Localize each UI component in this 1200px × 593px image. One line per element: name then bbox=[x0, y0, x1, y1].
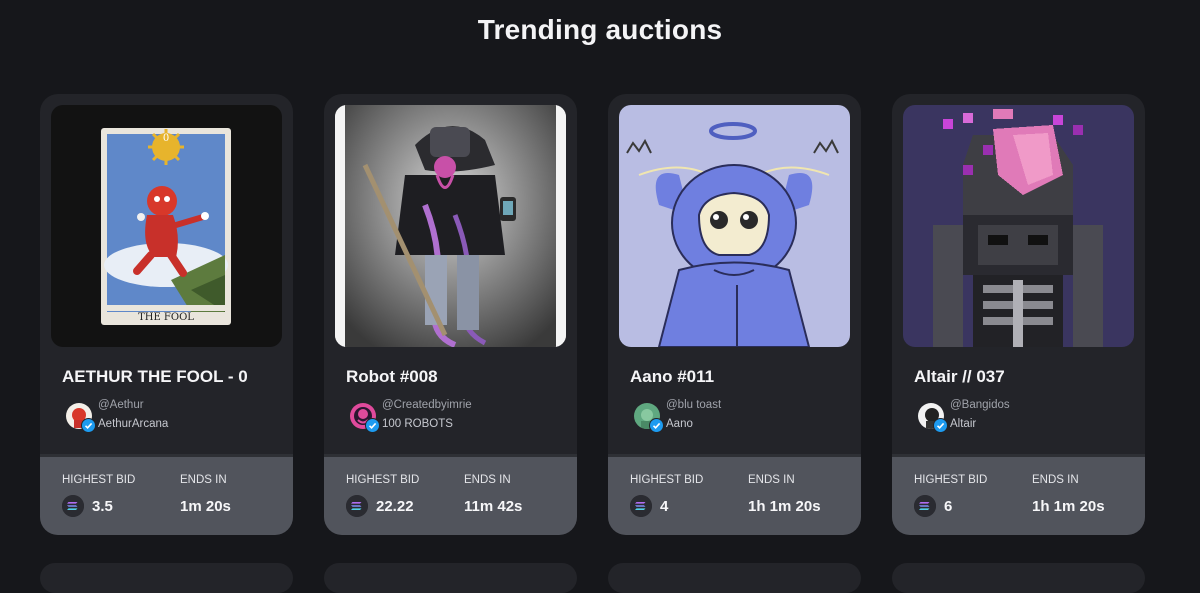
auction-card-list: 0 THE FOOL AETHUR THE FOOL - 0 @Aethur A… bbox=[40, 94, 1146, 535]
highest-bid-value: 3.5 bbox=[92, 498, 113, 515]
highest-bid-value: 22.22 bbox=[376, 498, 414, 515]
nft-image-robot-008[interactable] bbox=[335, 105, 566, 347]
solana-token-icon bbox=[62, 495, 84, 517]
card-footer: HIGHEST BID ENDS IN 4 1h 1m 20s bbox=[608, 454, 861, 535]
highest-bid-value: 6 bbox=[944, 498, 953, 515]
nft-image-altair-037[interactable] bbox=[903, 105, 1134, 347]
creator-info[interactable]: @Createdbyimrie 100 ROBOTS bbox=[350, 399, 560, 436]
collection-name[interactable]: 100 ROBOTS bbox=[382, 418, 453, 430]
nft-title[interactable]: AETHUR THE FOOL - 0 bbox=[62, 367, 248, 387]
ends-in-value: 1m 20s bbox=[180, 498, 231, 515]
next-row-card bbox=[324, 563, 577, 593]
nft-image-aano-011[interactable] bbox=[619, 105, 850, 347]
ends-in-value: 1h 1m 20s bbox=[1032, 498, 1105, 515]
highest-bid-label: HIGHEST BID bbox=[630, 474, 704, 486]
creator-handle[interactable]: @Bangidos bbox=[950, 399, 1010, 411]
verified-badge-icon bbox=[365, 418, 380, 433]
nft-title[interactable]: Robot #008 bbox=[346, 367, 438, 387]
verified-badge-icon bbox=[649, 418, 664, 433]
creator-handle[interactable]: @Createdbyimrie bbox=[382, 399, 472, 411]
creator-info[interactable]: @blu toast Aano bbox=[634, 399, 844, 436]
collection-name[interactable]: AethurArcana bbox=[98, 418, 168, 430]
card-footer: HIGHEST BID ENDS IN 6 1h 1m 20s bbox=[892, 454, 1145, 535]
nft-image-aethur-the-fool[interactable]: 0 THE FOOL bbox=[51, 105, 282, 347]
highest-bid-label: HIGHEST BID bbox=[346, 474, 420, 486]
collection-name[interactable]: Altair bbox=[950, 418, 976, 430]
creator-info[interactable]: @Bangidos Altair bbox=[918, 399, 1128, 436]
next-row-card bbox=[608, 563, 861, 593]
ends-in-label: ENDS IN bbox=[748, 474, 795, 486]
creator-info[interactable]: @Aethur AethurArcana bbox=[66, 399, 276, 436]
solana-token-icon bbox=[630, 495, 652, 517]
auction-card-altair[interactable]: Altair // 037 @Bangidos Altair HIGHEST B… bbox=[892, 94, 1145, 535]
solana-token-icon bbox=[914, 495, 936, 517]
card-footer: HIGHEST BID ENDS IN 22.22 11m 42s bbox=[324, 454, 577, 535]
card-numeral: 0 bbox=[163, 133, 169, 144]
verified-badge-icon bbox=[933, 418, 948, 433]
ends-in-value: 11m 42s bbox=[464, 498, 523, 515]
ends-in-label: ENDS IN bbox=[464, 474, 511, 486]
ends-in-value: 1h 1m 20s bbox=[748, 498, 821, 515]
creator-handle[interactable]: @Aethur bbox=[98, 399, 144, 411]
highest-bid-label: HIGHEST BID bbox=[914, 474, 988, 486]
ends-in-label: ENDS IN bbox=[180, 474, 227, 486]
ends-in-label: ENDS IN bbox=[1032, 474, 1079, 486]
auction-card-aano[interactable]: Aano #011 @blu toast Aano HIGHEST BID EN… bbox=[608, 94, 861, 535]
highest-bid-value: 4 bbox=[660, 498, 669, 515]
creator-handle[interactable]: @blu toast bbox=[666, 399, 721, 411]
highest-bid-label: HIGHEST BID bbox=[62, 474, 136, 486]
nft-title[interactable]: Aano #011 bbox=[630, 367, 714, 387]
page-title: Trending auctions bbox=[477, 14, 723, 45]
card-caption: THE FOOL bbox=[138, 312, 194, 323]
next-row-card bbox=[892, 563, 1145, 593]
nft-title[interactable]: Altair // 037 bbox=[914, 367, 1005, 387]
auction-card-robot[interactable]: Robot #008 @Createdbyimrie 100 ROBOTS HI… bbox=[324, 94, 577, 535]
card-footer: HIGHEST BID ENDS IN 3.5 1m 20s bbox=[40, 454, 293, 535]
auction-card-aethur[interactable]: 0 THE FOOL AETHUR THE FOOL - 0 @Aethur A… bbox=[40, 94, 293, 535]
collection-name[interactable]: Aano bbox=[666, 418, 693, 430]
next-row-card bbox=[40, 563, 293, 593]
verified-badge-icon bbox=[81, 418, 96, 433]
solana-token-icon bbox=[346, 495, 368, 517]
